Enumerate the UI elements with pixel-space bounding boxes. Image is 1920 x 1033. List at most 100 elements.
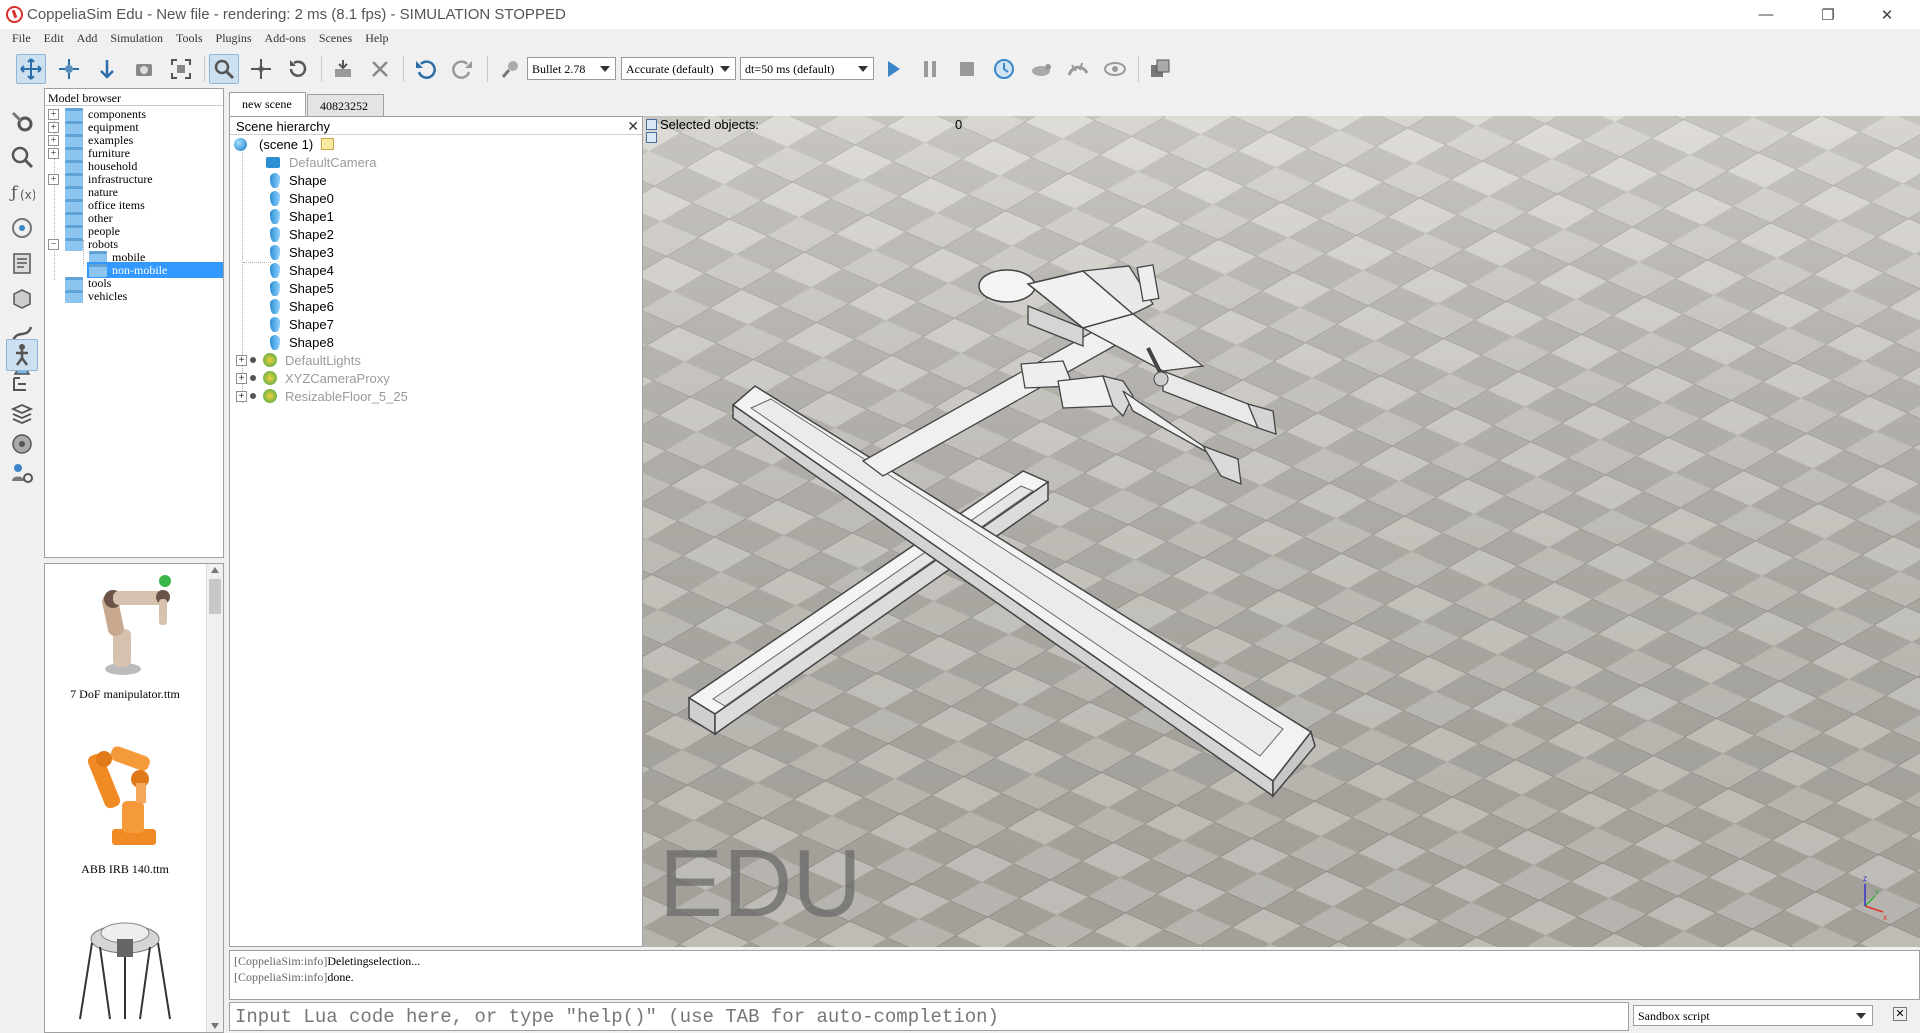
pause-icon[interactable] [915,54,945,84]
user-settings-icon[interactable] [6,458,38,490]
expand-icon[interactable]: + [48,121,59,133]
hierarchy-label: DefaultLights [285,352,361,368]
maximize-button[interactable]: ❐ [1805,0,1851,29]
camera-pan-icon[interactable] [16,54,46,84]
model-browser-title: Model browser [45,89,223,106]
expand-icon[interactable]: + [236,372,247,384]
collapse-icon[interactable]: − [48,238,59,250]
expand-icon[interactable]: + [236,390,247,402]
dynamics-toggle-icon[interactable] [496,54,526,84]
hierarchy-item-shape0[interactable]: Shape0 [270,189,334,207]
physics-engine-select[interactable]: Bullet 2.78 [527,57,616,80]
layers-icon[interactable] [6,398,38,430]
script-icon[interactable] [321,138,335,150]
hierarchy-item-resizablefloor[interactable]: + ResizableFloor_5_25 [236,387,408,405]
3d-viewport[interactable]: EDU x y z [643,116,1920,947]
click-selection-icon[interactable] [209,54,239,84]
hierarchy-item-shape5[interactable]: Shape5 [270,279,334,297]
expand-icon[interactable]: + [48,134,59,146]
model-thumbnail[interactable]: ABB IRB 140.ttm [45,739,205,899]
view-toggle-icon[interactable] [646,132,657,143]
redo-icon[interactable] [448,54,478,84]
object-rotate-icon[interactable] [283,54,313,84]
script-select[interactable]: Sandbox script [1633,1005,1873,1026]
shape-edit-icon[interactable] [6,283,38,315]
timestep-select[interactable]: dt=50 ms (default) [740,57,874,80]
view-toggle-icon[interactable] [646,119,657,130]
hierarchy-item-defaultcamera[interactable]: DefaultCamera [266,153,376,171]
tab-new-scene[interactable]: new scene [229,92,306,116]
hierarchy-item-shape3[interactable]: Shape3 [270,243,334,261]
hierarchy-item-shape2[interactable]: Shape2 [270,225,334,243]
scene-switch-icon[interactable] [1145,54,1175,84]
lua-command-input[interactable]: Input Lua code here, or type "help()" (u… [229,1002,1629,1031]
hierarchy-root[interactable]: (scene 1) [234,135,335,153]
menu-plugins[interactable]: Plugins [216,31,252,46]
menu-simulation[interactable]: Simulation [110,31,163,46]
menu-scenes[interactable]: Scenes [319,31,352,46]
function-icon[interactable]: ƒ (x) [6,176,38,208]
close-icon[interactable]: ✕ [1893,1007,1907,1021]
accuracy-select[interactable]: Accurate (default) [621,57,736,80]
scripts-icon[interactable] [6,247,38,279]
expand-icon[interactable]: + [48,173,59,185]
video-recorder-icon[interactable] [6,428,38,460]
model-browser-panel: Model browser + components + equipment + ex… [44,88,224,558]
undo-icon[interactable] [410,54,440,84]
menu-tools[interactable]: Tools [176,31,203,46]
slow-down-icon[interactable] [1026,54,1056,84]
stop-icon[interactable] [952,54,982,84]
calculation-modules-icon[interactable] [6,141,38,173]
model-thumbnail[interactable]: 7 DoF manipulator.ttm [45,569,205,729]
scroll-up-icon[interactable] [211,567,219,573]
shape-icon [270,298,280,314]
hierarchy-item-shape4[interactable]: Shape4 [270,261,334,279]
hierarchy-item-shape1[interactable]: Shape1 [270,207,334,225]
assemble-icon[interactable] [328,54,358,84]
expand-icon[interactable]: + [48,147,59,159]
camera-angle-icon[interactable] [129,54,159,84]
scene-properties-icon[interactable] [6,106,38,138]
collections-icon[interactable] [6,212,38,244]
hierarchy-item-shape6[interactable]: Shape6 [270,297,334,315]
app-window: { "window": { "title": "CoppeliaSim Edu … [0,0,1920,1033]
shape-icon [270,208,280,224]
svg-text:ƒ: ƒ [9,183,19,203]
realtime-icon[interactable] [989,54,1019,84]
shape-icon [270,316,280,332]
camera-fit-icon[interactable] [166,54,196,84]
menu-file[interactable]: File [12,31,31,46]
tree-folder-vehicles[interactable]: vehicles [65,288,127,304]
close-button[interactable]: ✕ [1864,0,1910,29]
minimize-button[interactable]: — [1743,0,1789,29]
console-scrollbar[interactable] [1893,951,1909,999]
scroll-down-icon[interactable] [211,1023,219,1029]
hierarchy-item-shape[interactable]: Shape [270,171,327,189]
hierarchy-item-defaultlights[interactable]: + DefaultLights [236,351,361,369]
hierarchy-item-xyzcameraproxy[interactable]: + XYZCameraProxy [236,369,390,387]
menu-help[interactable]: Help [365,31,388,46]
speed-up-icon[interactable] [1063,54,1093,84]
object-shift-icon[interactable] [246,54,276,84]
model-browser-toggle-icon[interactable] [6,339,38,371]
camera-icon [266,156,280,168]
camera-shift-icon[interactable] [92,54,122,84]
expand-icon[interactable]: + [236,354,247,366]
tab-scene-2[interactable]: 40823252 [307,94,384,116]
expand-icon[interactable]: + [48,108,59,120]
transfer-dna-icon[interactable] [365,54,395,84]
delta-robot-thumbnail-icon [79,922,171,1020]
scroll-thumb[interactable] [209,579,221,614]
menu-add[interactable]: Add [77,31,98,46]
menu-addons[interactable]: Add-ons [265,31,306,46]
preview-scrollbar[interactable] [206,564,223,1032]
selected-objects-count: 0 [955,117,963,132]
hierarchy-item-shape7[interactable]: Shape7 [270,315,334,333]
hierarchy-item-shape8[interactable]: Shape8 [270,333,334,351]
close-icon[interactable]: ✕ [627,118,639,135]
camera-rotate-icon[interactable] [54,54,84,84]
visualization-toggle-icon[interactable] [1100,54,1130,84]
play-icon[interactable] [878,54,908,84]
menu-edit[interactable]: Edit [44,31,64,46]
model-thumbnail[interactable] [45,909,205,1032]
